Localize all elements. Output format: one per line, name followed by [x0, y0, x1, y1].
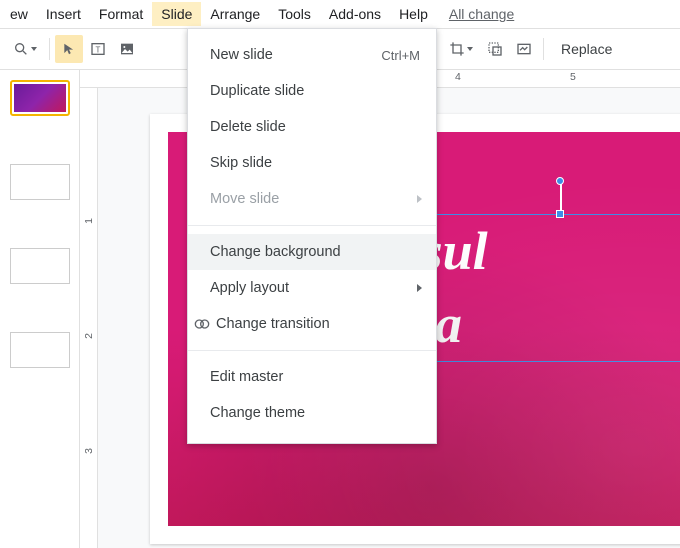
svg-text:T: T: [96, 45, 101, 54]
menu-tools[interactable]: Tools: [269, 2, 320, 26]
transition-icon: [194, 316, 210, 332]
replace-image-button[interactable]: Replace: [555, 41, 618, 57]
cursor-icon: [62, 42, 76, 56]
menu-skip-slide[interactable]: Skip slide: [188, 145, 436, 181]
crop-icon: [449, 41, 465, 57]
ruler-tick: 5: [570, 71, 576, 83]
select-tool-button[interactable]: [55, 35, 83, 63]
textbox-icon: T: [90, 41, 106, 57]
menu-format[interactable]: Format: [90, 2, 152, 26]
menu-edit-master[interactable]: Edit master: [188, 359, 436, 395]
menu-slide[interactable]: Slide: [152, 2, 201, 26]
slide-thumbnail-3[interactable]: [10, 248, 69, 284]
image-icon: [119, 41, 135, 57]
menu-separator: [188, 350, 436, 351]
mask-button[interactable]: [481, 35, 509, 63]
reset-image-icon: [516, 41, 532, 57]
image-tool-button[interactable]: [113, 35, 141, 63]
crop-button[interactable]: [442, 35, 480, 63]
changes-saved-link[interactable]: All change: [449, 6, 514, 22]
menu-new-slide[interactable]: New slide Ctrl+M: [188, 37, 436, 73]
menu-label: New slide: [210, 47, 273, 63]
menu-delete-slide[interactable]: Delete slide: [188, 109, 436, 145]
menu-insert[interactable]: Insert: [37, 2, 90, 26]
menu-label: Move slide: [210, 191, 279, 207]
slide-thumbnail-1[interactable]: [10, 80, 69, 116]
menu-separator: [188, 225, 436, 226]
ruler-tick: 1: [83, 218, 95, 224]
toolbar-separator: [49, 38, 50, 60]
chevron-down-icon: [467, 47, 473, 51]
mask-icon: [487, 41, 503, 57]
menu-move-slide: Move slide: [188, 181, 436, 217]
menu-bar: ew Insert Format Slide Arrange Tools Add…: [0, 0, 680, 28]
submenu-arrow-icon: [417, 195, 422, 203]
slide-thumbnail-4[interactable]: [10, 332, 69, 368]
ruler-tick: 2: [83, 333, 95, 339]
menu-shortcut: Ctrl+M: [381, 48, 420, 63]
menu-label: Apply layout: [210, 280, 289, 296]
menu-help[interactable]: Help: [390, 2, 437, 26]
menu-duplicate-slide[interactable]: Duplicate slide: [188, 73, 436, 109]
zoom-button[interactable]: [6, 35, 44, 63]
resize-handle-top[interactable]: [556, 210, 564, 218]
rotate-handle-line: [560, 183, 562, 215]
chevron-down-icon: [31, 47, 37, 51]
textbox-tool-button[interactable]: T: [84, 35, 112, 63]
menu-change-theme[interactable]: Change theme: [188, 395, 436, 431]
menu-change-background[interactable]: Change background: [188, 234, 436, 270]
menu-addons[interactable]: Add-ons: [320, 2, 390, 26]
zoom-icon: [13, 41, 29, 57]
ruler-tick: 4: [455, 71, 461, 83]
menu-view[interactable]: ew: [1, 2, 37, 26]
slide-thumbnail-2[interactable]: [10, 164, 69, 200]
slide-thumbnail-panel: [0, 70, 80, 548]
slide-menu-dropdown: New slide Ctrl+M Duplicate slide Delete …: [187, 28, 437, 444]
toolbar-separator: [543, 38, 544, 60]
menu-arrange[interactable]: Arrange: [201, 2, 269, 26]
submenu-arrow-icon: [417, 284, 422, 292]
menu-change-transition[interactable]: Change transition: [188, 306, 436, 342]
ruler-tick: 3: [83, 448, 95, 454]
menu-apply-layout[interactable]: Apply layout: [188, 270, 436, 306]
rotate-handle[interactable]: [556, 177, 564, 185]
menu-label: Change transition: [216, 316, 330, 332]
vertical-ruler: 1 2 3: [80, 88, 98, 548]
reset-image-button[interactable]: [510, 35, 538, 63]
